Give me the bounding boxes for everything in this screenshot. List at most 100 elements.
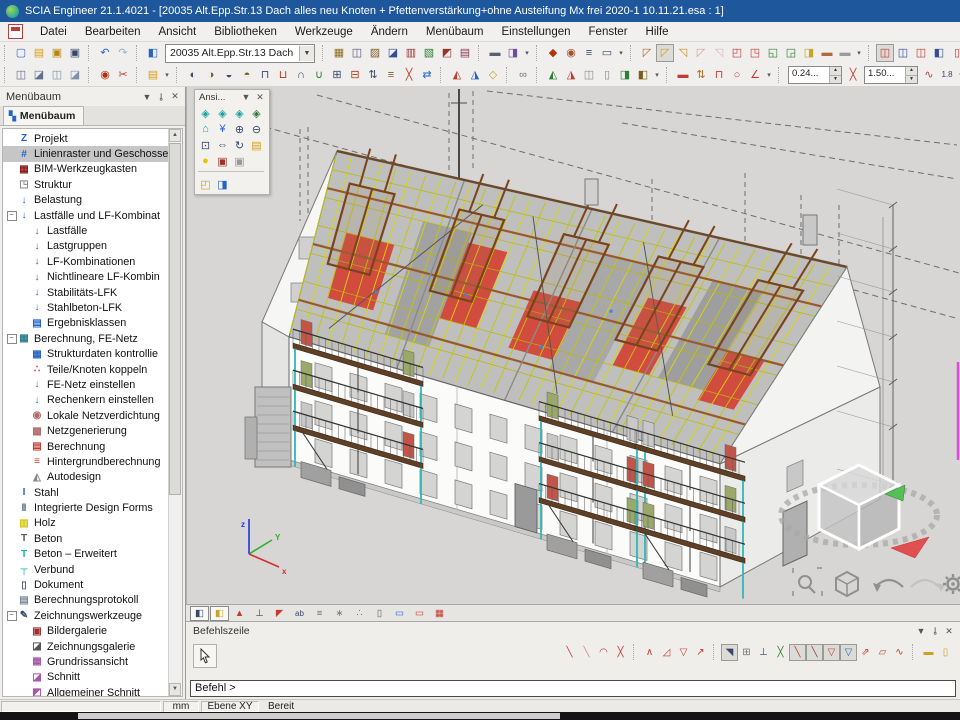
frame-view-9-icon[interactable]: ◲ <box>782 44 800 62</box>
tree-item-fe-netz-einstellen[interactable]: ↓FE-Netz einstellen <box>3 377 168 392</box>
project-combo[interactable]: 20035 Alt.Epp.Str.13 Dach▼ <box>165 44 315 63</box>
node-display-4-icon[interactable]: ◧ <box>930 44 948 62</box>
member-op-11-icon[interactable]: ⇅ <box>364 66 382 84</box>
tab-solid-view-icon[interactable]: ◧ <box>190 606 209 621</box>
open-project-small-icon[interactable]: ▤ <box>144 66 162 84</box>
swap-ends-icon[interactable]: ⇄ <box>418 66 436 84</box>
visibility-icon[interactable]: ◉ <box>96 66 114 84</box>
snap-line-1-icon[interactable]: ╲ <box>789 644 806 661</box>
tab-document-icon[interactable]: ▯ <box>370 606 389 621</box>
tree-item-stahlbeton-lfk[interactable]: ↓Stahlbeton-LFK <box>3 300 168 315</box>
scroll-thumb[interactable] <box>169 143 181 495</box>
clipboard-view-icon[interactable]: ◰ <box>197 176 214 192</box>
status-plane[interactable]: Ebene XY <box>201 701 259 712</box>
cmd-close-icon[interactable]: ✕ <box>942 624 956 638</box>
snap-intersection-icon[interactable]: ╳ <box>612 644 629 661</box>
tree-item-lastfälle[interactable]: ↓Lastfälle <box>3 223 168 238</box>
combo-dropdown-icon[interactable]: ▼ <box>299 46 314 61</box>
palette-dropdown-icon[interactable]: ▼ <box>239 90 253 104</box>
scroll-down-icon[interactable]: ▼ <box>169 683 181 696</box>
menu-item-werkzeuge[interactable]: Werkzeuge <box>286 24 362 40</box>
tree-item-projekt[interactable]: ZProjekt <box>3 131 168 146</box>
tab-screen-1-icon[interactable]: ▭ <box>390 606 409 621</box>
spinner-up-icon[interactable]: ▲ <box>906 67 917 76</box>
tree-item-berechnungsprotokoll[interactable]: ▤Berechnungsprotokoll <box>3 593 168 608</box>
tab-grid-icon[interactable]: ▦ <box>430 606 449 621</box>
zoom-window-icon[interactable]: ⊡ <box>197 137 214 153</box>
panel-dropdown-icon[interactable]: ▼ <box>140 90 154 104</box>
paste-1-icon[interactable]: ◨ <box>616 66 634 84</box>
menu-item-bearbeiten[interactable]: Bearbeiten <box>76 24 150 40</box>
snap-midpoint-icon[interactable]: ╲ <box>578 644 595 661</box>
node-display-2-icon[interactable]: ◫ <box>894 44 912 62</box>
window-view-icon[interactable]: ◨ <box>214 176 231 192</box>
tool-clipping-icon[interactable]: ◩ <box>438 44 456 62</box>
snap-endpoint-icon[interactable]: ╲ <box>561 644 578 661</box>
draw-angle-icon[interactable]: ∠ <box>746 66 764 84</box>
frame-view-6-icon[interactable]: ◰ <box>728 44 746 62</box>
tree-item-autodesign[interactable]: ◭Autodesign <box>3 470 168 485</box>
node-display-3-icon[interactable]: ◫ <box>912 44 930 62</box>
member-op-5-icon[interactable]: ⊓ <box>256 66 274 84</box>
snap-face-icon[interactable]: ▽ <box>675 644 692 661</box>
redo-icon[interactable]: ↷ <box>114 44 132 62</box>
frame-view-7-icon[interactable]: ◳ <box>746 44 764 62</box>
copy-sheet-1-icon[interactable]: ◫ <box>580 66 598 84</box>
tree-item-berechnung-fe-netz[interactable]: −▦Berechnung, FE-Netz <box>3 331 168 346</box>
command-input[interactable]: Befehl > <box>190 680 956 697</box>
copy-add-3-icon[interactable]: ◫ <box>48 66 66 84</box>
tree-item-schnitt[interactable]: ◪Schnitt <box>3 670 168 685</box>
frame-view-4-icon[interactable]: ◸ <box>692 44 710 62</box>
node-display-1-icon[interactable]: ◫ <box>876 44 894 62</box>
check-nodes-icon[interactable]: ◇ <box>484 66 502 84</box>
disconnect-nodes-icon[interactable]: ◮ <box>466 66 484 84</box>
save-all-icon[interactable]: ▣ <box>48 44 66 62</box>
tree-item-belastung[interactable]: ↓Belastung <box>3 193 168 208</box>
tree-item-beton-erweitert[interactable]: TBeton – Erweitert <box>3 547 168 562</box>
view-axo-1-icon[interactable]: ◈ <box>197 105 214 121</box>
doc-info-icon[interactable]: ▭ <box>598 44 616 62</box>
frame-view-10-icon[interactable]: ◨ <box>800 44 818 62</box>
status-units[interactable]: mm <box>163 701 199 712</box>
menu-item-einstellungen[interactable]: Einstellungen <box>492 24 579 40</box>
frame-view-3-icon[interactable]: ◹ <box>674 44 692 62</box>
toolbar-overflow-caret[interactable]: ▾ <box>616 49 626 57</box>
panel-pin-icon[interactable]: ⊸ <box>154 90 168 104</box>
draw-line-icon[interactable]: ▬ <box>674 66 692 84</box>
menu-item-datei[interactable]: Datei <box>31 24 76 40</box>
snap-edge-icon[interactable]: ◿ <box>658 644 675 661</box>
tab-flags-icon[interactable]: ◤ <box>270 606 289 621</box>
scroll-up-icon[interactable]: ▲ <box>169 129 181 142</box>
tab-labels-icon[interactable]: ab <box>290 606 309 621</box>
member-op-12-icon[interactable]: ≡ <box>382 66 400 84</box>
tree-item-hintergrundberechnung[interactable]: ≡Hintergrundberechnung <box>3 454 168 469</box>
new-file-icon[interactable]: ▢ <box>12 44 30 62</box>
toolbar-overflow-caret[interactable]: ▾ <box>764 71 774 79</box>
view-axo-2-icon[interactable]: ◈ <box>214 105 231 121</box>
snap-calculator-icon[interactable]: ▬ <box>920 644 937 661</box>
spinner-up-icon[interactable]: ▲ <box>830 67 841 76</box>
tab-points-icon[interactable]: ∴ <box>350 606 369 621</box>
tree-item-rechenkern-einstellen[interactable]: ↓Rechenkern einstellen <box>3 393 168 408</box>
tool-structure-icon[interactable]: ▦ <box>330 44 348 62</box>
tree-item-netzgenerierung[interactable]: ▩Netzgenerierung <box>3 423 168 438</box>
draw-bracket-icon[interactable]: ⊓ <box>710 66 728 84</box>
view-axo-3-icon[interactable]: ◈ <box>231 105 248 121</box>
cut-icon[interactable]: ✂ <box>114 66 132 84</box>
menu-item-fenster[interactable]: Fenster <box>580 24 637 40</box>
tree-item-beton[interactable]: TBeton <box>3 531 168 546</box>
frame-view-8-icon[interactable]: ◱ <box>764 44 782 62</box>
tree-item-lokale-netzverdichtung[interactable]: ◉Lokale Netzverdichtung <box>3 408 168 423</box>
tree-item-stabilitäts-lfk[interactable]: ↓Stabilitäts-LFK <box>3 285 168 300</box>
tree-item-holz[interactable]: ▥Holz <box>3 516 168 531</box>
tree-item-allgemeiner-schnitt[interactable]: ◩Allgemeiner Schnitt <box>3 685 168 697</box>
tree-item-teile-knoten-koppeln[interactable]: ∴Teile/Knoten koppeln <box>3 362 168 377</box>
tab-supports-icon[interactable]: ▲ <box>230 606 249 621</box>
tree-collapse-icon[interactable]: − <box>6 334 17 344</box>
measure-icon[interactable]: ≡ <box>580 44 598 62</box>
tree-item-struktur[interactable]: ◳Struktur <box>3 177 168 192</box>
member-op-10-icon[interactable]: ⊟ <box>346 66 364 84</box>
toolbar-overflow-caret[interactable]: ▾ <box>162 71 172 79</box>
snap-tri-1-icon[interactable]: ▽ <box>823 644 840 661</box>
snap-ortho-icon[interactable]: ⊥ <box>755 644 772 661</box>
